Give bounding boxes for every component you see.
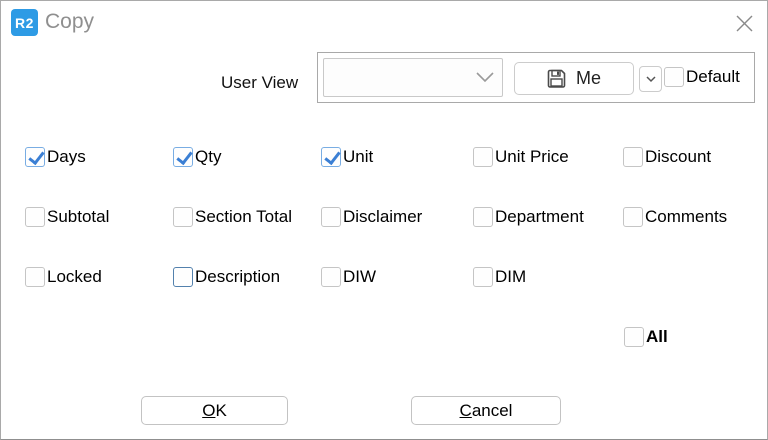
cancel-button[interactable]: Cancel [411, 396, 561, 425]
all-checkbox-label: All [646, 327, 668, 347]
checkbox-label-comments: Comments [645, 207, 727, 227]
checkbox-subtotal[interactable] [25, 207, 45, 227]
checkbox-locked[interactable] [25, 267, 45, 287]
checkbox-item-unit: Unit [321, 146, 373, 168]
copy-dialog: R2 Copy User View [0, 0, 768, 440]
user-view-label: User View [221, 73, 298, 93]
checkbox-item-unit-price: Unit Price [473, 146, 569, 168]
checkbox-qty[interactable] [173, 147, 193, 167]
cancel-button-label: Cancel [460, 401, 513, 421]
checkbox-label-locked: Locked [47, 267, 102, 287]
checkbox-item-discount: Discount [623, 146, 711, 168]
default-checkbox[interactable] [664, 67, 684, 87]
checkbox-label-unit: Unit [343, 147, 373, 167]
checkbox-item-comments: Comments [623, 206, 727, 228]
checkbox-item-department: Department [473, 206, 584, 228]
checkbox-days[interactable] [25, 147, 45, 167]
checkbox-label-dim: DIM [495, 267, 526, 287]
chevron-down-icon [476, 72, 494, 83]
default-checkbox-label: Default [686, 67, 740, 87]
checkbox-label-diw: DIW [343, 267, 376, 287]
ok-button-label: OK [202, 401, 227, 421]
save-options-dropdown-button[interactable] [639, 66, 662, 92]
checkbox-item-days: Days [25, 146, 86, 168]
r2-app-icon: R2 [11, 9, 38, 36]
chevron-down-small-icon [646, 76, 656, 83]
checkbox-unit[interactable] [321, 147, 341, 167]
checkbox-section-total[interactable] [173, 207, 193, 227]
checkbox-item-description: Description [173, 266, 280, 288]
checkbox-label-department: Department [495, 207, 584, 227]
checkbox-diw[interactable] [321, 267, 341, 287]
save-floppy-icon [547, 69, 566, 88]
save-me-button-label: Me [576, 68, 601, 89]
checkbox-item-locked: Locked [25, 266, 102, 288]
checkbox-item-dim: DIM [473, 266, 526, 288]
checkbox-department[interactable] [473, 207, 493, 227]
user-view-dropdown[interactable] [323, 58, 503, 97]
ok-button[interactable]: OK [141, 396, 288, 425]
checkbox-discount[interactable] [623, 147, 643, 167]
title-bar: R2 Copy [1, 1, 767, 45]
checkbox-label-section-total: Section Total [195, 207, 292, 227]
all-checkbox[interactable] [624, 327, 644, 347]
checkbox-item-diw: DIW [321, 266, 376, 288]
checkbox-item-section-total: Section Total [173, 206, 292, 228]
checkbox-comments[interactable] [623, 207, 643, 227]
checkbox-description[interactable] [173, 267, 193, 287]
checkbox-unit-price[interactable] [473, 147, 493, 167]
checkbox-label-qty: Qty [195, 147, 221, 167]
save-me-button[interactable]: Me [514, 62, 634, 95]
close-button[interactable] [731, 10, 757, 36]
all-checkbox-item: All [624, 326, 668, 348]
checkbox-label-disclaimer: Disclaimer [343, 207, 422, 227]
close-icon [735, 14, 754, 33]
default-checkbox-item: Default [664, 67, 740, 87]
checkbox-label-days: Days [47, 147, 86, 167]
checkbox-label-unit-price: Unit Price [495, 147, 569, 167]
user-view-group: Me Default [317, 52, 755, 103]
checkbox-disclaimer[interactable] [321, 207, 341, 227]
checkbox-item-subtotal: Subtotal [25, 206, 109, 228]
checkbox-label-description: Description [195, 267, 280, 287]
checkbox-item-disclaimer: Disclaimer [321, 206, 422, 228]
checkbox-label-subtotal: Subtotal [47, 207, 109, 227]
dialog-title: Copy [45, 10, 94, 34]
checkbox-label-discount: Discount [645, 147, 711, 167]
checkbox-dim[interactable] [473, 267, 493, 287]
checkbox-item-qty: Qty [173, 146, 221, 168]
